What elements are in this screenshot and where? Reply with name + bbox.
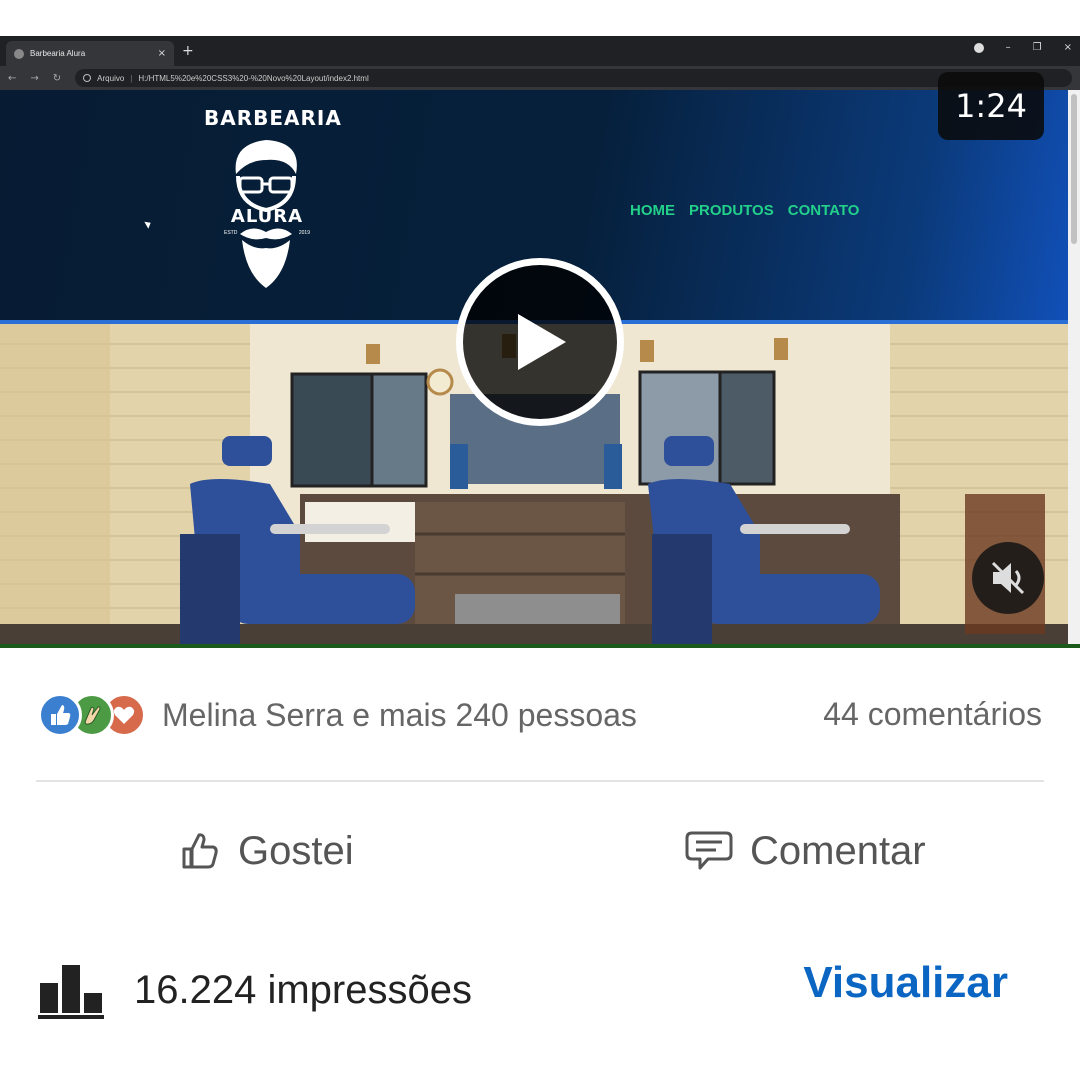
video-player[interactable]: Barbearia Alura × + – ❐ × ← → ↻ Arquivo … [0, 36, 1080, 648]
impressions-count: 16.224 impressões [134, 967, 472, 1012]
reactions-text: Melina Serra e mais 240 pessoas [162, 696, 637, 733]
play-button[interactable] [456, 258, 624, 426]
browser-tab[interactable]: Barbearia Alura × [6, 41, 174, 66]
favicon-icon [14, 48, 24, 59]
play-icon [518, 314, 566, 370]
scrollbar-thumb[interactable] [1071, 94, 1077, 244]
reload-icon[interactable]: ↻ [53, 73, 61, 84]
mouse-cursor-icon [144, 219, 153, 229]
url-field[interactable]: Arquivo | H:/HTML5%20e%20CSS3%20-%20Novo… [75, 69, 1072, 87]
nav-produtos[interactable]: PRODUTOS [689, 202, 774, 219]
comment-button[interactable]: Comentar [684, 818, 926, 884]
brand-name-top: BARBEARIA [204, 106, 342, 130]
tab-title: Barbearia Alura [30, 49, 86, 58]
like-button[interactable]: Gostei [178, 818, 354, 884]
view-analytics-link[interactable]: Visualizar [803, 958, 1008, 1008]
page-scrollbar[interactable] [1068, 90, 1080, 648]
bar-chart-icon [38, 965, 104, 1019]
impressions-stats: 16.224 impressões [38, 950, 472, 1030]
video-time-remaining: 1:24 [938, 72, 1044, 140]
reactions-summary[interactable]: Melina Serra e mais 240 pessoas [38, 690, 637, 740]
like-label: Gostei [238, 828, 354, 873]
mute-button[interactable] [972, 542, 1044, 614]
estd-label: ESTD [224, 230, 238, 236]
url-separator: | [130, 73, 133, 83]
estd-year: 2019 [298, 230, 310, 236]
browser-tab-bar: Barbearia Alura × + – ❐ × [0, 36, 1080, 66]
brand-name-bottom: ALURA [230, 206, 304, 227]
comment-bubble-icon [685, 831, 733, 870]
close-window-button[interactable]: × [1064, 42, 1072, 53]
muted-speaker-icon [991, 561, 1025, 595]
thumbs-up-icon [182, 833, 218, 869]
site-nav: HOME PRODUTOS CONTATO [630, 202, 859, 219]
account-icon[interactable] [973, 42, 984, 53]
browser-address-bar: ← → ↻ Arquivo | H:/HTML5%20e%20CSS3%20-%… [0, 66, 1080, 90]
forward-icon[interactable]: → [30, 73, 38, 84]
nav-home[interactable]: HOME [630, 202, 675, 219]
video-bottom-border [0, 644, 1080, 648]
tab-close-icon[interactable]: × [158, 48, 166, 59]
url-prefix: Arquivo [97, 73, 125, 83]
new-tab-button[interactable]: + [182, 43, 194, 59]
nav-contato[interactable]: CONTATO [788, 202, 860, 219]
established-label: ESTD 2019 [224, 230, 310, 236]
post-divider [36, 780, 1044, 782]
info-icon [83, 74, 92, 82]
maximize-button[interactable]: ❐ [1033, 42, 1042, 53]
minimize-button[interactable]: – [1006, 42, 1011, 53]
like-reaction-icon [38, 693, 82, 737]
comments-count-link[interactable]: 44 comentários [823, 696, 1042, 733]
back-icon[interactable]: ← [8, 73, 16, 84]
comment-label: Comentar [750, 828, 926, 873]
window-controls: – ❐ × [973, 42, 1072, 53]
url-text: H:/HTML5%20e%20CSS3%20-%20Novo%20Layout/… [138, 73, 369, 83]
